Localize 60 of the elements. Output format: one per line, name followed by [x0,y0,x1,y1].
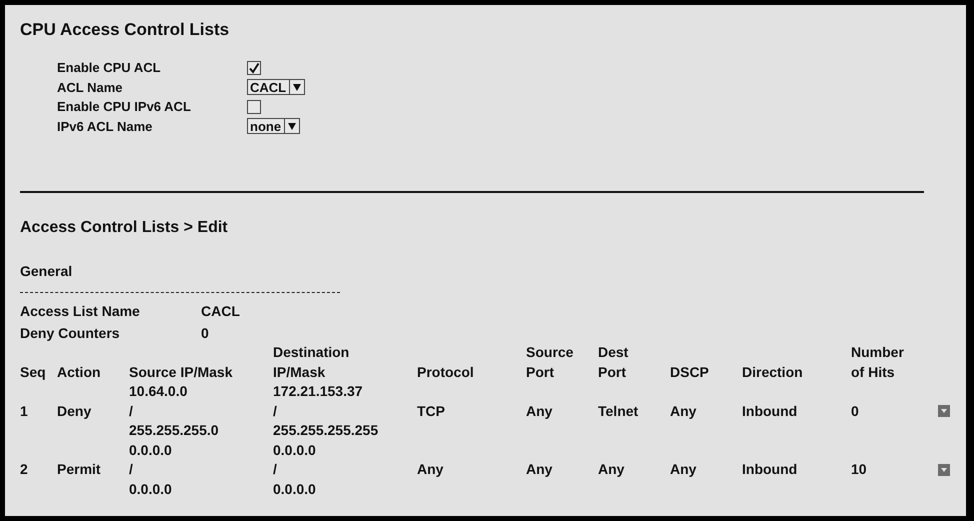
table-cell-text: Any [670,402,698,421]
field-label: IPv6 ACL Name [57,118,154,136]
table-cell-text: 255.255.255.0 [129,421,220,440]
table-cell-text: TCP [417,402,446,420]
info-value: CACL [201,302,241,321]
column-header: Direction [742,362,804,382]
checkbox[interactable] [247,60,261,75]
table-cell-text: Inbound [742,402,798,420]
column-header: Number [851,343,905,362]
table-cell-text: Any [598,460,626,479]
field-label: Enable CPU ACL [57,59,162,77]
info-label: Deny Counters [20,324,121,343]
table-cell-text: Inbound [742,460,798,479]
table-cell-text: / [129,402,134,420]
info-label: Access List Name [20,302,141,321]
column-header: DSCP [670,362,710,382]
table-cell-text: Permit [57,460,102,479]
table-cell-text: Telnet [598,402,640,420]
column-header: Source [526,343,574,362]
column-header: Dest [598,343,630,362]
checkbox[interactable] [247,100,261,114]
table-cell-text: Any [526,402,554,421]
table-cell-text: 1 [20,402,29,420]
subsection-title: General [20,263,74,279]
column-header: Action [57,362,102,382]
section-title: Access Control Lists > Edit [20,219,229,237]
column-header: Protocol [417,362,475,382]
table-cell-text: / [129,460,134,479]
column-header: of Hits [851,362,896,382]
column-header: Port [598,362,627,382]
dropdown-icon[interactable] [938,464,950,476]
table-cell-text: 255.255.255.255 [273,421,380,440]
table-cell-text: 0 [851,402,860,420]
table-cell-text: Any [670,460,698,479]
table-cell-text: 0.0.0.0 [129,440,173,460]
table-cell-text: 0.0.0.0 [273,440,317,460]
table-cell-text: Any [417,460,444,479]
column-header: Destination [273,343,350,362]
dropdown[interactable]: CACL [247,79,306,96]
table-cell-text: 172.21.153.37 [273,382,364,401]
table-cell-text: / [273,460,278,479]
table-cell-text: / [273,402,278,420]
table-cell-text: 2 [20,460,29,479]
table-cell-text: 10 [851,460,868,479]
table-cell-text: 10.64.0.0 [129,382,188,401]
column-header: IP/Mask [273,362,326,382]
table-cell-text: Deny [57,402,92,421]
column-header: Port [526,362,555,382]
field-label: ACL Name [57,78,124,96]
dropdown[interactable]: none [247,118,300,134]
info-value: 0 [201,324,210,343]
dropdown-icon[interactable] [938,405,950,418]
table-cell-text: 0.0.0.0 [129,480,173,498]
section-title: CPU Access Control Lists [20,20,230,40]
field-label: Enable CPU IPv6 ACL [57,98,192,116]
column-header: Source IP/Mask [129,362,234,382]
checkmark-icon [248,62,260,74]
table-cell-text: 0.0.0.0 [273,480,317,498]
column-header: Seq [20,362,47,382]
table-cell-text: Any [526,460,554,479]
